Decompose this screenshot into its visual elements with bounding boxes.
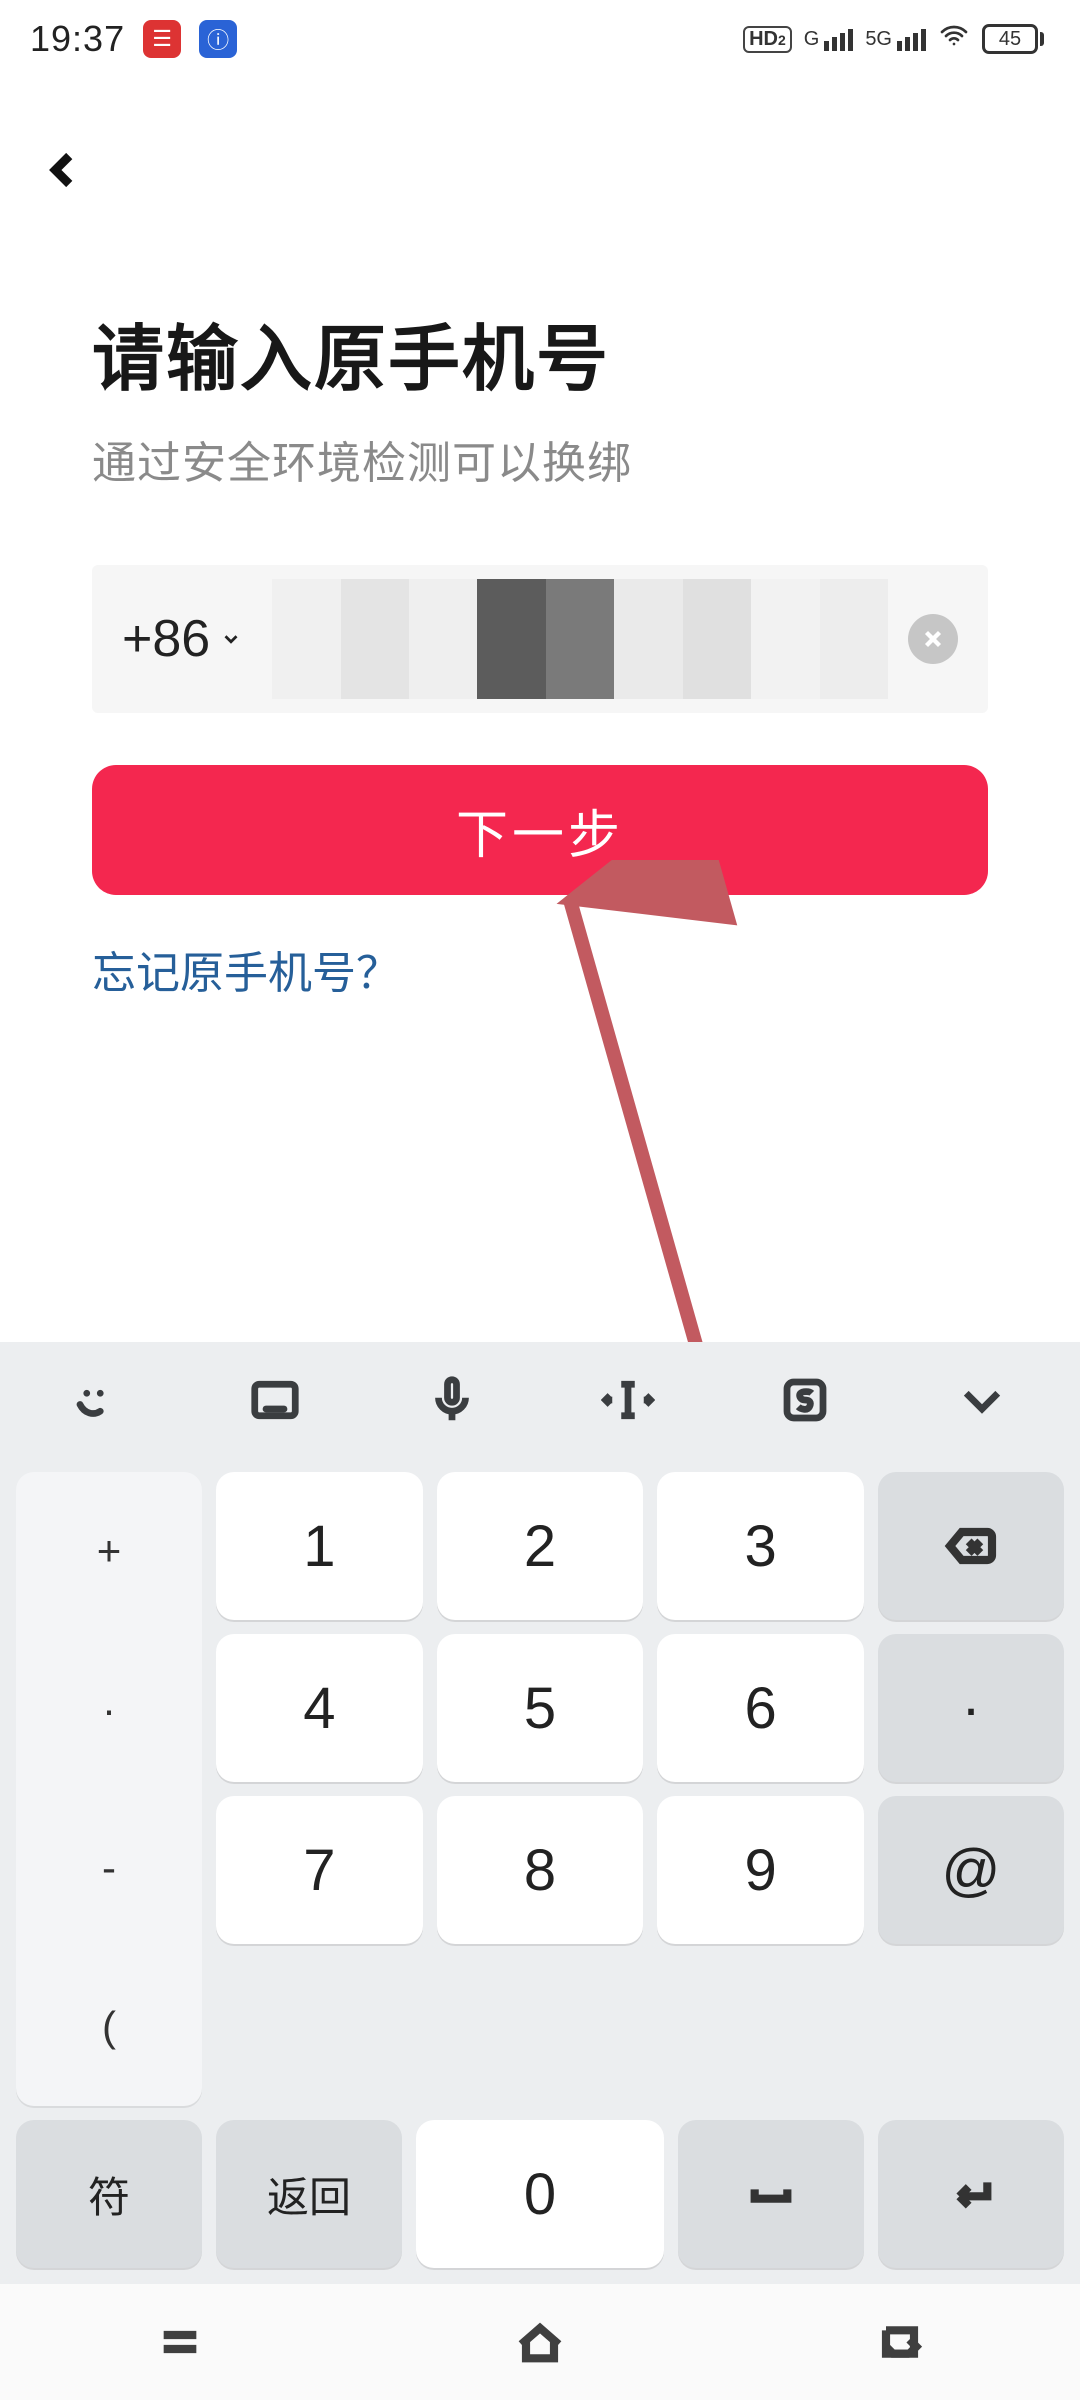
battery-pct: 45 [999, 28, 1021, 51]
kb-sogou-button[interactable] [730, 1365, 880, 1435]
main-content: 请输入原手机号 通过安全环境检测可以换绑 +86 下一步 忘记原手机号？ [92, 300, 988, 1001]
signal-1-label: G [804, 28, 820, 51]
signal-2: 5G [865, 28, 926, 51]
nav-home-button[interactable] [450, 2312, 630, 2372]
kb-key-8[interactable]: 8 [437, 1796, 644, 1944]
kb-voice-button[interactable] [377, 1365, 527, 1435]
kb-key-9[interactable]: 9 [657, 1796, 864, 1944]
keyboard-toolbar [0, 1342, 1080, 1458]
hd-indicator: HD2 [743, 26, 792, 53]
kb-sym-plus[interactable]: + [97, 1527, 122, 1575]
chevron-left-icon [43, 149, 85, 191]
keyboard-grid: + · - ( 1 2 3 4 5 6 · 7 8 9 @ 符 返回 0 [0, 1458, 1080, 2284]
back-icon [872, 2314, 928, 2370]
phone-input-row[interactable]: +86 [92, 565, 988, 713]
hd-label: HD [749, 28, 778, 51]
kb-key-7[interactable]: 7 [216, 1796, 423, 1944]
kb-key-6[interactable]: 6 [657, 1634, 864, 1782]
status-bar: 19:37 ☰ ⓘ HD2 G 5G 45 [0, 0, 1080, 78]
kb-layout-button[interactable] [200, 1365, 350, 1435]
kb-key-3[interactable]: 3 [657, 1472, 864, 1620]
kb-emoji-button[interactable] [23, 1365, 173, 1435]
space-icon [743, 2166, 799, 2222]
app-icon-2: ⓘ [199, 20, 237, 58]
kb-key-0[interactable]: 0 [416, 2120, 664, 2268]
kb-sym-paren[interactable]: ( [102, 2003, 116, 2051]
menu-icon [152, 2314, 208, 2370]
kb-at-right[interactable]: @ [878, 1796, 1064, 1944]
clear-input-button[interactable] [908, 614, 958, 664]
kb-key-5[interactable]: 5 [437, 1634, 644, 1782]
keyboard: + · - ( 1 2 3 4 5 6 · 7 8 9 @ 符 返回 0 [0, 1342, 1080, 2284]
kb-cursor-button[interactable] [553, 1365, 703, 1435]
phone-input-value-censored[interactable] [272, 579, 888, 699]
enter-icon [943, 2166, 999, 2222]
kb-key-1[interactable]: 1 [216, 1472, 423, 1620]
kb-key-4[interactable]: 4 [216, 1634, 423, 1782]
battery-indicator: 45 [982, 24, 1044, 54]
kb-sym-dot[interactable]: · [102, 1686, 116, 1734]
kb-symbol-button[interactable]: 符 [16, 2120, 202, 2268]
kb-dot-right[interactable]: · [878, 1634, 1064, 1782]
kb-space-button[interactable] [678, 2120, 864, 2268]
next-button[interactable]: 下一步 [92, 765, 988, 895]
nav-recent-button[interactable] [90, 2312, 270, 2372]
system-nav-bar [0, 2284, 1080, 2400]
kb-enter-button[interactable] [878, 2120, 1064, 2268]
kb-sym-minus[interactable]: - [102, 1844, 116, 1892]
country-code[interactable]: +86 [122, 609, 210, 669]
nav-back-button[interactable] [810, 2312, 990, 2372]
hd-sub: 2 [778, 32, 786, 48]
status-left: 19:37 ☰ ⓘ [30, 18, 237, 60]
kb-key-2[interactable]: 2 [437, 1472, 644, 1620]
chevron-down-icon [220, 628, 242, 650]
wifi-icon [938, 20, 970, 59]
chevron-down-icon [955, 1373, 1009, 1427]
app-icon-1: ☰ [143, 20, 181, 58]
kb-left-symbol-column[interactable]: + · - ( [16, 1472, 202, 2106]
signal-2-label: 5G [865, 28, 892, 51]
signal-1: G [804, 28, 854, 51]
status-right: HD2 G 5G 45 [743, 20, 1044, 59]
kb-collapse-button[interactable] [907, 1365, 1057, 1435]
kb-backspace[interactable] [878, 1472, 1064, 1620]
kb-return-button[interactable]: 返回 [216, 2120, 402, 2268]
page-subtitle: 通过安全环境检测可以换绑 [92, 427, 988, 491]
back-button[interactable] [24, 130, 104, 210]
country-code-dropdown[interactable] [220, 626, 246, 652]
status-time: 19:37 [30, 18, 125, 60]
close-icon [920, 626, 946, 652]
home-icon [512, 2314, 568, 2370]
backspace-icon [943, 1518, 999, 1574]
forgot-phone-link[interactable]: 忘记原手机号？ [92, 937, 400, 1001]
page-title: 请输入原手机号 [92, 300, 988, 405]
